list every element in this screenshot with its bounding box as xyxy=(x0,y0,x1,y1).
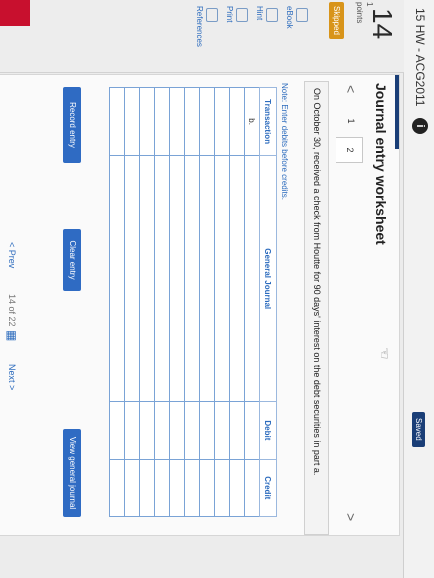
view-general-journal-button[interactable]: View general journal xyxy=(63,429,81,517)
debit-cell[interactable] xyxy=(184,401,200,460)
credit-cell[interactable] xyxy=(184,459,200,517)
credit-cell[interactable] xyxy=(169,459,185,517)
table-row xyxy=(214,87,230,517)
debit-cell[interactable] xyxy=(214,401,230,460)
table-row xyxy=(184,87,200,517)
account-cell[interactable] xyxy=(244,155,260,402)
next-question-link[interactable]: Next > xyxy=(7,364,17,390)
table-row xyxy=(199,87,215,517)
points-label: 1 points xyxy=(355,2,374,24)
credit-cell[interactable] xyxy=(214,459,230,517)
account-cell[interactable] xyxy=(169,155,185,402)
col-credit: Credit xyxy=(259,459,277,517)
clear-entry-button[interactable]: Clear entry xyxy=(63,229,81,291)
transaction-cell[interactable] xyxy=(214,87,230,156)
button-row: Record entry Clear entry View general jo… xyxy=(61,87,81,517)
table-row xyxy=(124,87,140,517)
credit-cell[interactable] xyxy=(124,459,140,517)
credit-cell[interactable] xyxy=(139,459,155,517)
debit-cell[interactable] xyxy=(229,401,245,460)
account-cell[interactable] xyxy=(154,155,170,402)
col-transaction: Transaction xyxy=(259,87,277,156)
table-row xyxy=(229,87,245,517)
transaction-cell[interactable]: b. xyxy=(244,87,260,156)
account-cell[interactable] xyxy=(139,155,155,402)
transaction-cell[interactable] xyxy=(109,87,125,156)
account-cell[interactable] xyxy=(214,155,230,402)
page-tab-2[interactable]: 2 xyxy=(336,137,363,163)
assignment-title: 15 HW - ACG2011 xyxy=(413,8,427,107)
transaction-cell[interactable] xyxy=(139,87,155,156)
debit-cell[interactable] xyxy=(154,401,170,460)
ebook-icon xyxy=(296,8,308,22)
transaction-cell[interactable] xyxy=(124,87,140,156)
debit-cell[interactable] xyxy=(169,401,185,460)
col-general-journal: General Journal xyxy=(259,155,277,402)
record-entry-button[interactable]: Record entry xyxy=(63,87,81,163)
debit-cell[interactable] xyxy=(244,401,260,460)
transaction-description: On October 30, received a check from Hou… xyxy=(304,81,329,535)
table-row: b. xyxy=(244,87,260,517)
credit-cell[interactable] xyxy=(244,459,260,517)
prev-page-arrow[interactable]: < xyxy=(343,85,359,93)
transaction-cell[interactable] xyxy=(154,87,170,156)
prev-question-link[interactable]: < Prev xyxy=(7,242,17,268)
credit-cell[interactable] xyxy=(154,459,170,517)
credit-cell[interactable] xyxy=(199,459,215,517)
debit-cell[interactable] xyxy=(124,401,140,460)
worksheet-panel: Journal entry worksheet ☜ < 1 2 > On Oct… xyxy=(0,74,400,536)
debit-cell[interactable] xyxy=(139,401,155,460)
account-cell[interactable] xyxy=(124,155,140,402)
info-icon[interactable]: i xyxy=(412,118,428,134)
question-position: 14 of 22 xyxy=(7,294,17,327)
table-row xyxy=(154,87,170,517)
transaction-cell[interactable] xyxy=(229,87,245,156)
table-row xyxy=(109,87,125,517)
publisher-logo xyxy=(0,0,30,26)
account-cell[interactable] xyxy=(184,155,200,402)
col-debit: Debit xyxy=(259,401,277,460)
account-cell[interactable] xyxy=(109,155,125,402)
top-bar: 15 HW - ACG2011 i Saved xyxy=(403,0,434,578)
screen: 15 HW - ACG2011 i Saved 14 1 points Skip… xyxy=(0,0,434,578)
journal-rows: b. xyxy=(109,87,260,517)
debit-cell[interactable] xyxy=(199,401,215,460)
debit-cell[interactable] xyxy=(109,401,125,460)
table-row xyxy=(169,87,185,517)
credit-cell[interactable] xyxy=(229,459,245,517)
question-grid-icon[interactable]: ▦ xyxy=(5,330,19,341)
debit-credit-note: Note: Enter debits before credits. xyxy=(280,83,289,200)
hint-icon xyxy=(266,8,278,22)
table-row xyxy=(139,87,155,517)
pointer-icon: ☜ xyxy=(377,347,393,360)
transaction-cell[interactable] xyxy=(199,87,215,156)
ebook-link[interactable]: eBook xyxy=(285,6,294,29)
saved-badge: Saved xyxy=(412,412,425,447)
print-icon xyxy=(236,8,248,22)
table-header-row: Transaction General Journal Debit Credit xyxy=(259,87,277,517)
question-footer: < Prev 14 of 22 ▦ Next > xyxy=(0,74,20,534)
account-cell[interactable] xyxy=(199,155,215,402)
print-link[interactable]: Print xyxy=(225,6,234,22)
references-icon xyxy=(206,8,218,22)
hint-link[interactable]: Hint xyxy=(255,6,264,20)
account-cell[interactable] xyxy=(229,155,245,402)
question-sidebar: 14 1 points Skipped eBook Hint Print Ref… xyxy=(0,0,404,73)
credit-cell[interactable] xyxy=(109,459,125,517)
transaction-cell[interactable] xyxy=(169,87,185,156)
panel-accent-stripe xyxy=(395,75,399,149)
transaction-cell[interactable] xyxy=(184,87,200,156)
page-tab-1[interactable]: 1 xyxy=(339,109,363,133)
next-page-arrow[interactable]: > xyxy=(343,513,359,521)
journal-table: Transaction General Journal Debit Credit… xyxy=(109,87,277,517)
skipped-badge: Skipped xyxy=(329,2,344,39)
worksheet-title: Journal entry worksheet xyxy=(373,83,389,245)
photo-background: 15 HW - ACG2011 i Saved 14 1 points Skip… xyxy=(0,0,434,578)
references-link[interactable]: References xyxy=(195,6,204,47)
